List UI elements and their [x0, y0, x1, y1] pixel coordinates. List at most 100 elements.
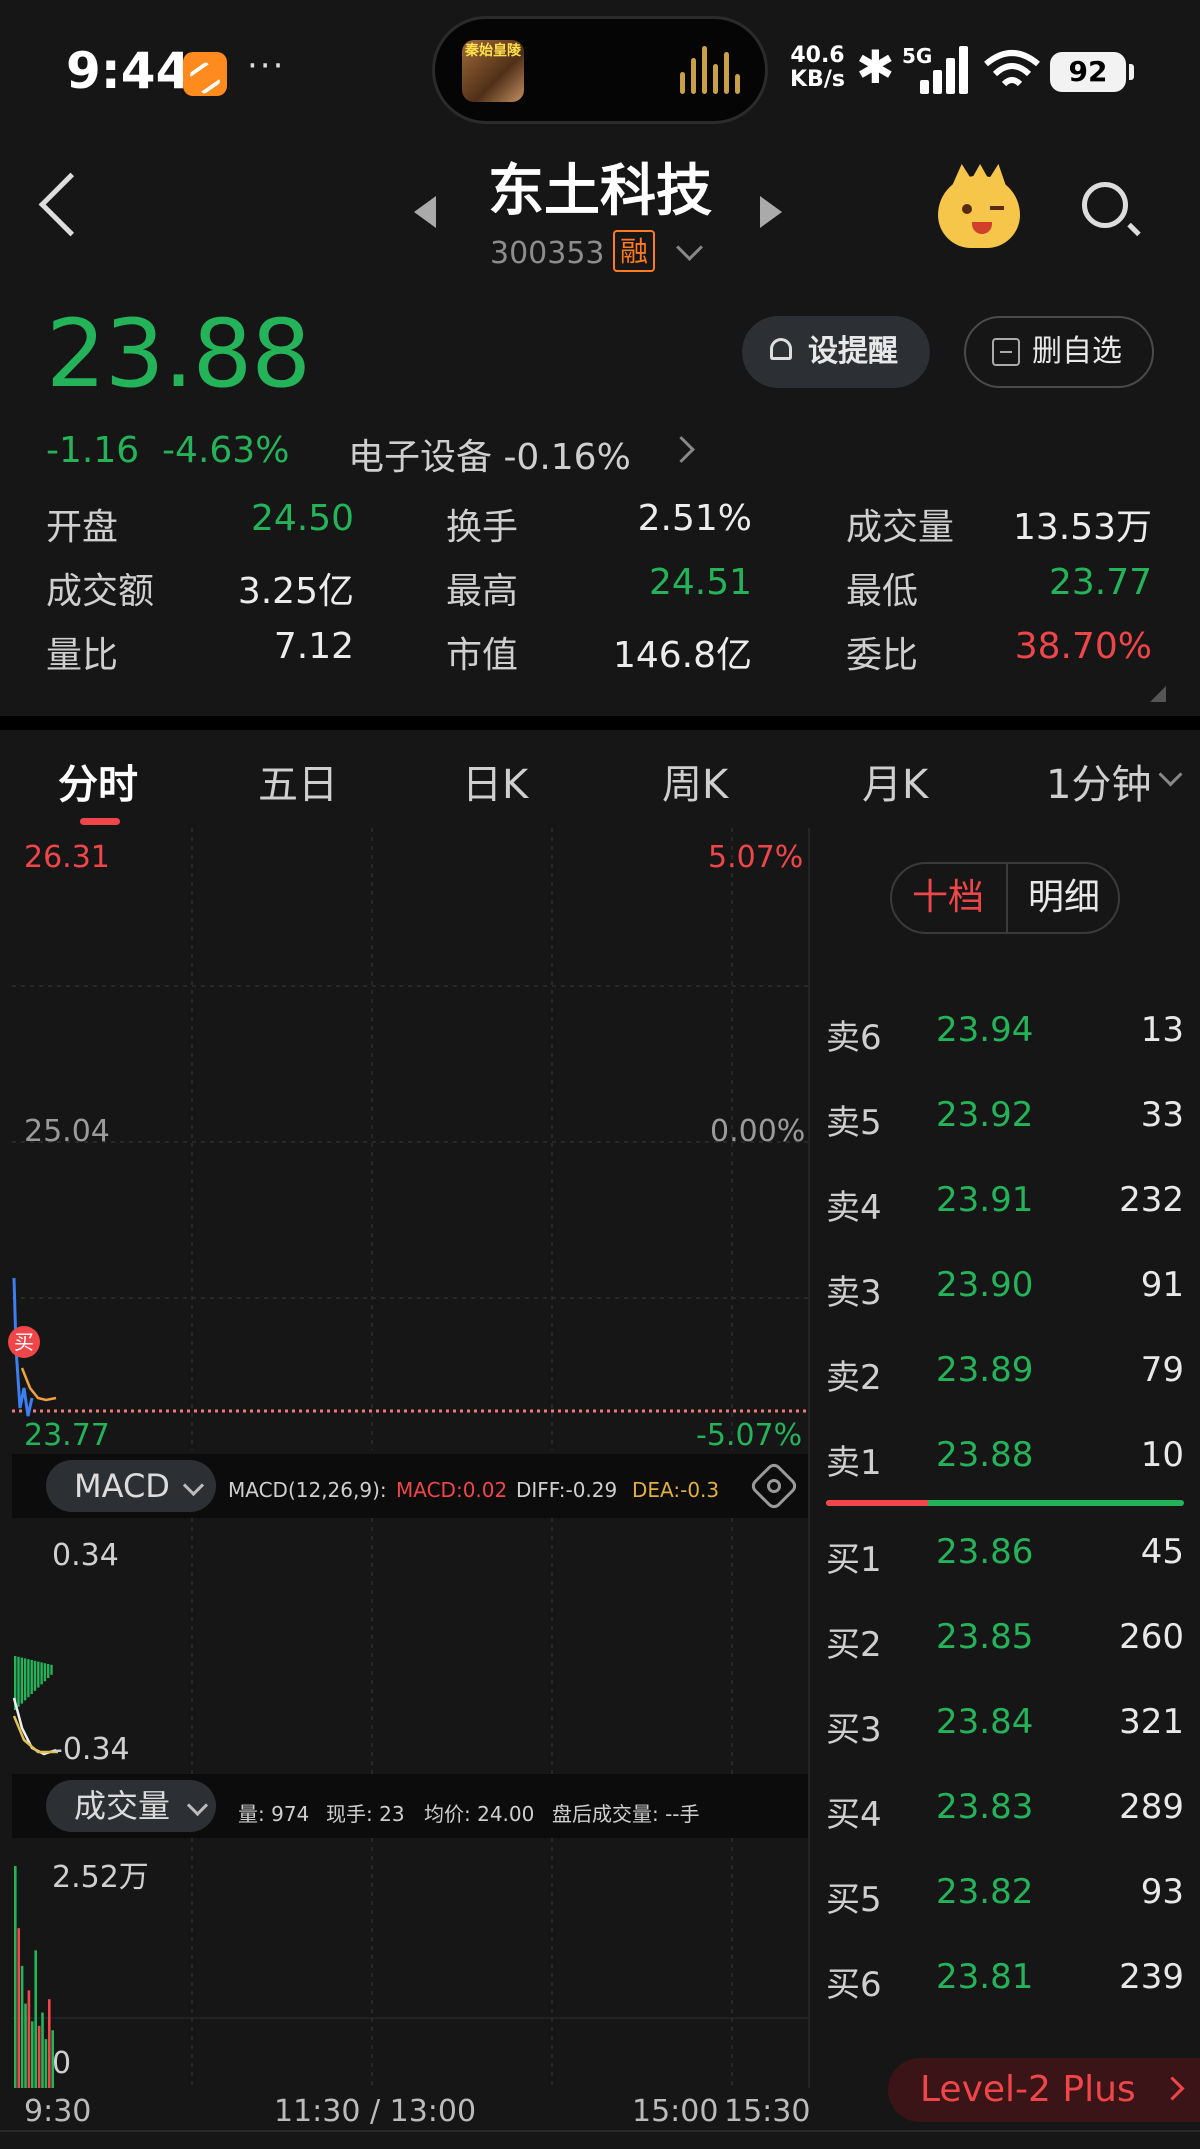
volume-bar [31, 2021, 34, 2088]
volume-axis-zero: 0 [52, 2046, 72, 2081]
chevron-down-icon[interactable] [1158, 762, 1183, 787]
macd-hist-bar [43, 1663, 47, 1682]
tab-one-minute[interactable]: 1分钟 [1046, 752, 1151, 810]
bid-level-label: 买4 [826, 1795, 882, 1835]
volume-bar [37, 2025, 41, 2088]
stock-name: 东土科技 [488, 159, 712, 224]
expand-corner-icon[interactable] [1150, 686, 1166, 702]
bid-level-label: 买2 [826, 1625, 882, 1665]
macd-diff: DIFF:-0.29 [516, 1478, 618, 1502]
volume-bar [20, 1965, 24, 2088]
macd-hist-bar [37, 1661, 40, 1688]
tab-weekly-k[interactable]: 周K [662, 752, 728, 810]
tab-daily-k[interactable]: 日K [462, 752, 528, 810]
volume-bar [14, 1866, 17, 2088]
audio-wave-icon [680, 46, 740, 94]
signal-icon [920, 46, 974, 94]
ask-quantity: 79 [1140, 1350, 1184, 1390]
stat-label: 市值 [446, 635, 519, 676]
prev-stock-button[interactable] [414, 196, 436, 228]
ask-quantity: 33 [1140, 1095, 1184, 1135]
stat-label: 换手 [446, 507, 519, 548]
stat-value: 24.50 [250, 498, 354, 539]
ask-price: 23.92 [936, 1095, 1034, 1135]
active-tab-indicator [80, 818, 120, 825]
more-notifications-icon: ··· [247, 46, 286, 86]
tab-ten-levels[interactable]: 十档 [892, 864, 1004, 932]
volume-avg: 均价: 24.00 [424, 1802, 535, 1826]
stat-value: 7.12 [273, 626, 354, 667]
back-button[interactable] [38, 172, 103, 237]
macd-params: MACD(12,26,9): [228, 1478, 387, 1502]
level2-plus-button[interactable]: Level-2 Plus [888, 2058, 1200, 2122]
mascot-icon[interactable] [938, 176, 1020, 248]
tab-five-day[interactable]: 五日 [258, 752, 338, 810]
macd-histogram [14, 1656, 53, 1710]
bluetooth-icon: ✱ [856, 40, 895, 94]
search-icon[interactable] [1082, 182, 1128, 228]
tab-intraday[interactable]: 分时 [58, 752, 138, 810]
time-axis-noon: 11:30 / 13:00 [274, 2094, 477, 2129]
ask-price: 23.91 [936, 1180, 1034, 1220]
bid-level-label: 买5 [826, 1880, 882, 1920]
change-percent: -4.63% [162, 430, 290, 471]
macd-hist-bar [30, 1660, 33, 1694]
volume-current: 现手: 23 [326, 1802, 405, 1826]
status-time: 9:44 [66, 42, 191, 100]
stat-label: 最高 [446, 571, 519, 612]
chevron-down-icon[interactable] [676, 234, 703, 261]
mascot-eye [990, 206, 1004, 210]
ask-price: 23.94 [936, 1010, 1034, 1050]
stat-label: 最低 [846, 571, 919, 612]
stat-value: 2.51% [637, 498, 752, 539]
ask-level-label: 卖3 [826, 1273, 882, 1313]
ask-quantity: 13 [1140, 1010, 1184, 1050]
bid-price: 23.86 [936, 1532, 1034, 1572]
ask-quantity: 91 [1140, 1265, 1184, 1305]
ask-quantity: 10 [1140, 1435, 1184, 1475]
stat-label: 委比 [846, 635, 919, 676]
tab-monthly-k[interactable]: 月K [862, 752, 928, 810]
bottom-divider [0, 2130, 1200, 2132]
bid-level-label: 买1 [826, 1540, 882, 1580]
tab-detail[interactable]: 明细 [1006, 864, 1120, 932]
bid-level-label: 买3 [826, 1710, 882, 1750]
volume-bar [44, 2039, 48, 2088]
bid-quantity: 260 [1119, 1617, 1184, 1657]
bid-price: 23.83 [936, 1787, 1034, 1827]
macd-hist-bar [17, 1656, 20, 1707]
next-stock-button[interactable] [760, 196, 782, 228]
volume-bar [48, 1999, 51, 2088]
bid-price: 23.82 [936, 1872, 1034, 1912]
stock-code: 300353 [490, 236, 605, 271]
macd-hist-bar [40, 1662, 43, 1685]
stat-value: 13.53万 [1012, 507, 1152, 548]
network-speed: 40.6 KB/s [790, 44, 845, 92]
battery-icon: 92 [1050, 52, 1134, 92]
ask-level-label: 卖1 [826, 1443, 882, 1483]
minus-icon [992, 338, 1020, 366]
sector-link[interactable]: 电子设备 -0.16% [348, 428, 631, 480]
bid-quantity: 45 [1140, 1532, 1184, 1572]
bid-level-label: 买6 [826, 1965, 882, 2005]
time-axis-after: 15:30 [724, 2094, 811, 2129]
volume-bars [14, 1866, 54, 2088]
price-change: -1.16 -4.63% [46, 430, 289, 471]
ask-level-label: 卖6 [826, 1018, 882, 1058]
bid-price: 23.85 [936, 1617, 1034, 1657]
bid-price: 23.84 [936, 1702, 1034, 1742]
media-thumbnail-title: 秦始皇陵 [465, 43, 521, 59]
change-value: -1.16 [46, 430, 140, 471]
macd-axis-bottom: -0.34 [52, 1732, 130, 1767]
app-notification-icon [183, 52, 227, 96]
pct-axis-high: 5.07% [708, 840, 804, 875]
wifi-icon [984, 50, 1040, 87]
macd-axis-top: 0.34 [52, 1538, 119, 1573]
price-axis-mid: 25.04 [24, 1114, 110, 1149]
macd-value: MACD:0.02 [396, 1478, 508, 1502]
bid-quantity: 289 [1119, 1787, 1184, 1827]
macd-hist-bar [27, 1659, 30, 1698]
macd-hist-bar [33, 1660, 37, 1691]
section-divider [0, 716, 1200, 730]
buy-marker[interactable]: 买 [8, 1326, 40, 1358]
